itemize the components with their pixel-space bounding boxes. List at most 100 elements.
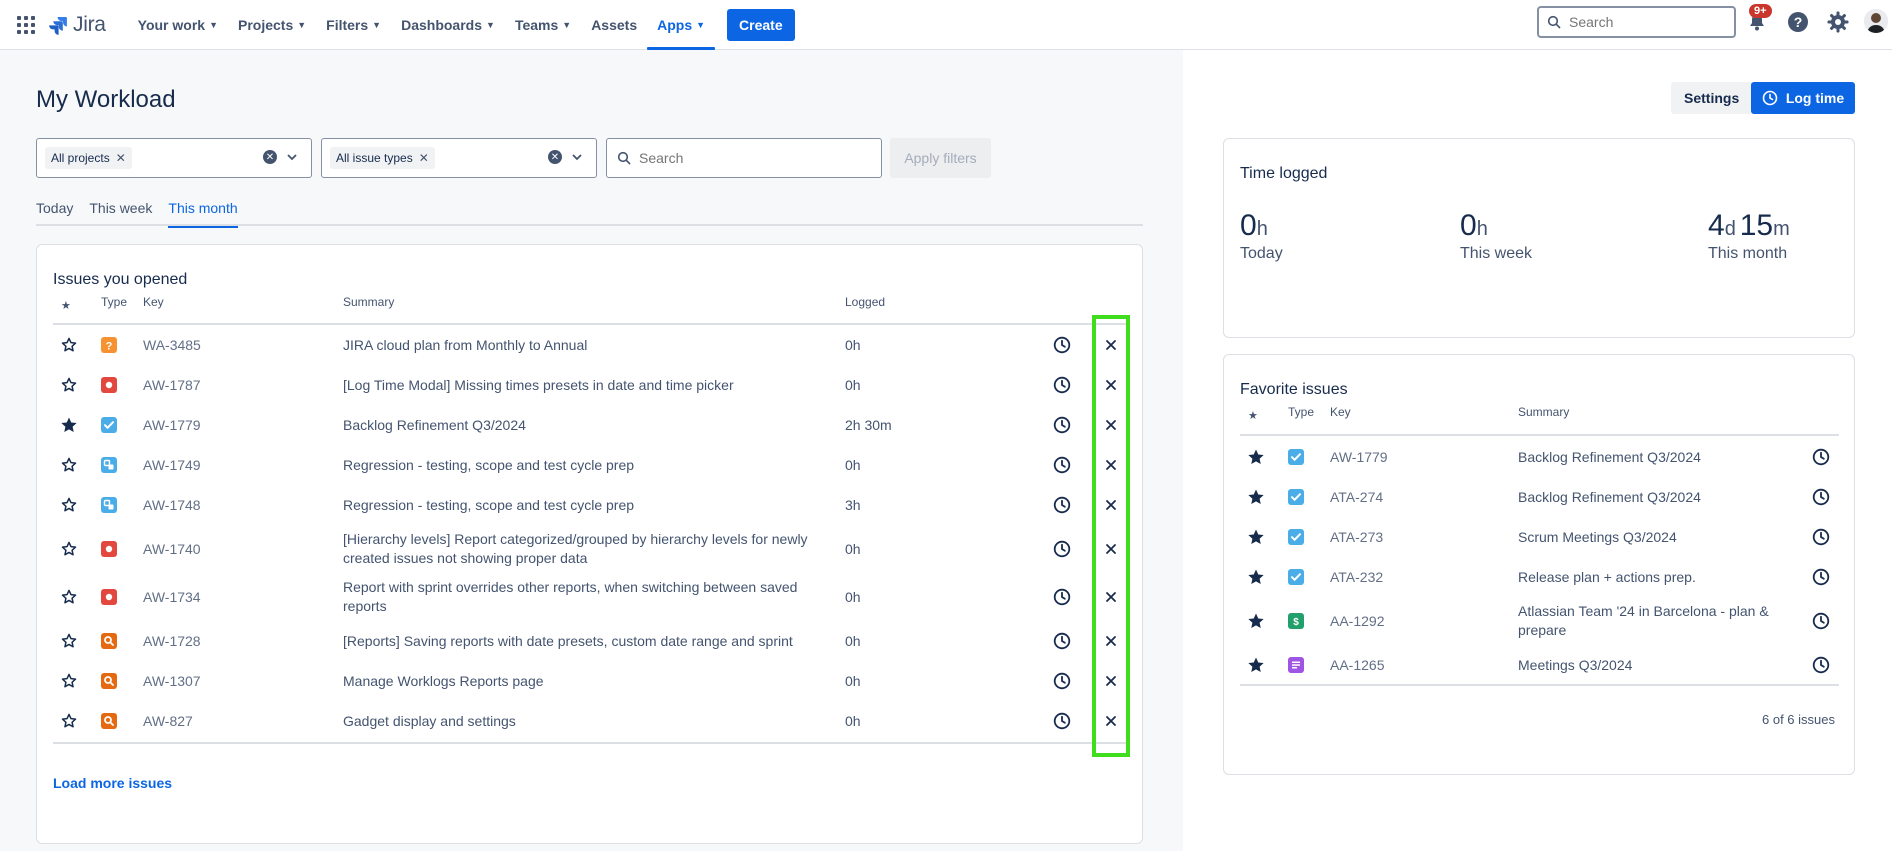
log-time-clock-icon[interactable] [1052,587,1072,607]
issue-key[interactable]: AA-1265 [1330,657,1384,673]
settings-button[interactable]: Settings [1671,82,1753,114]
issue-summary[interactable]: Backlog Refinement Q3/2024 [1518,448,1788,467]
load-more-issues-link[interactable]: Load more issues [53,775,172,791]
log-time-clock-icon[interactable] [1811,487,1831,507]
issue-summary[interactable]: Gadget display and settings [343,712,903,731]
nav-projects[interactable]: Projects ▼ [228,0,316,50]
log-time-clock-icon[interactable] [1811,611,1831,631]
log-time-clock-icon[interactable] [1052,495,1072,515]
star-outline-icon[interactable] [59,671,79,691]
global-search-input[interactable] [1569,14,1719,30]
issue-summary[interactable]: Backlog Refinement Q3/2024 [343,416,903,435]
log-time-clock-icon[interactable] [1052,671,1072,691]
app-switcher-icon[interactable] [17,15,35,34]
stat-month-unit2: m [1773,218,1790,240]
star-filled-icon[interactable] [1246,567,1266,587]
issue-key[interactable]: AW-827 [143,713,193,729]
star-filled-icon[interactable] [1246,447,1266,467]
issue-search[interactable] [606,138,882,178]
issue-key[interactable]: AW-1734 [143,589,201,605]
issue-key[interactable]: AW-1749 [143,457,201,473]
log-time-clock-icon[interactable] [1052,711,1072,731]
log-time-clock-icon[interactable] [1811,567,1831,587]
issue-summary[interactable]: [Log Time Modal] Missing times presets i… [343,376,903,395]
create-button[interactable]: Create [727,8,795,41]
log-time-clock-icon[interactable] [1052,539,1072,559]
issue-summary[interactable]: [Hierarchy levels] Report categorized/gr… [343,530,833,568]
nav-filters[interactable]: Filters ▼ [316,0,391,50]
nav-dashboards[interactable]: Dashboards ▼ [391,0,505,50]
notification-badge: 9+ [1749,4,1772,18]
issue-key[interactable]: AW-1307 [143,673,201,689]
star-outline-icon[interactable] [59,455,79,475]
issue-key[interactable]: AW-1748 [143,497,201,513]
log-time-clock-icon[interactable] [1052,455,1072,475]
issue-summary[interactable]: Release plan + actions prep. [1518,568,1788,587]
issue-key[interactable]: AA-1292 [1330,613,1384,629]
star-outline-icon[interactable] [59,495,79,515]
remove-chip-icon[interactable]: ✕ [419,151,429,165]
log-time-clock-icon[interactable] [1052,375,1072,395]
nav-apps[interactable]: Apps ▼ [647,0,715,50]
log-time-clock-icon[interactable] [1811,447,1831,467]
remove-chip-icon[interactable]: ✕ [116,151,126,165]
settings-gear-button[interactable] [1826,10,1850,34]
issue-key[interactable]: WA-3485 [143,337,201,353]
nav-assets[interactable]: Assets [581,0,647,50]
help-button[interactable]: ? [1786,10,1810,34]
star-outline-icon[interactable] [59,631,79,651]
apply-filters-button[interactable]: Apply filters [890,138,991,178]
chevron-down-icon[interactable] [571,151,583,163]
issue-summary[interactable]: Meetings Q3/2024 [1518,656,1788,675]
issue-summary[interactable]: Regression - testing, scope and test cyc… [343,456,903,475]
log-time-clock-icon[interactable] [1811,655,1831,675]
issue-key[interactable]: ATA-232 [1330,569,1383,585]
tab-today[interactable]: Today [36,200,73,226]
issue-summary[interactable]: [Reports] Saving reports with date prese… [343,632,903,651]
star-filled-icon[interactable] [1246,655,1266,675]
issue-types-filter[interactable]: All issue types ✕ ✕ [321,138,597,178]
issue-summary[interactable]: JIRA cloud plan from Monthly to Annual [343,336,903,355]
nav-your-work[interactable]: Your work ▼ [128,0,228,50]
chevron-down-icon: ▼ [486,19,495,30]
global-search[interactable] [1537,6,1736,38]
star-outline-icon[interactable] [59,375,79,395]
issue-summary[interactable]: Regression - testing, scope and test cyc… [343,496,903,515]
projects-filter[interactable]: All projects ✕ ✕ [36,138,312,178]
log-time-clock-icon[interactable] [1052,631,1072,651]
log-time-clock-icon[interactable] [1052,415,1072,435]
clear-icon[interactable]: ✕ [548,150,562,164]
nav-teams[interactable]: Teams ▼ [505,0,581,50]
issue-key[interactable]: AW-1787 [143,377,201,393]
issue-key[interactable]: ATA-273 [1330,529,1383,545]
tab-this-month[interactable]: This month [168,200,238,228]
star-outline-icon[interactable] [59,711,79,731]
log-time-clock-icon[interactable] [1811,527,1831,547]
log-time-clock-icon[interactable] [1052,335,1072,355]
star-filled-icon[interactable] [59,415,79,435]
issue-key[interactable]: AW-1728 [143,633,201,649]
clear-icon[interactable]: ✕ [263,150,277,164]
issue-summary[interactable]: Atlassian Team '24 in Barcelona - plan &… [1518,602,1788,640]
issue-key[interactable]: AW-1779 [1330,449,1388,465]
issue-search-input[interactable] [639,150,859,166]
star-outline-icon[interactable] [59,587,79,607]
issue-summary[interactable]: Manage Worklogs Reports page [343,672,903,691]
tab-this-week[interactable]: This week [89,200,152,226]
user-avatar[interactable] [1864,9,1888,33]
chevron-down-icon[interactable] [286,151,298,163]
jira-logo[interactable]: Jira [48,13,106,37]
issue-key[interactable]: AW-1779 [143,417,201,433]
issue-key[interactable]: AW-1740 [143,541,201,557]
issue-key[interactable]: ATA-274 [1330,489,1383,505]
star-filled-icon[interactable] [1246,611,1266,631]
log-time-button[interactable]: Log time [1751,82,1855,114]
issue-summary[interactable]: Report with sprint overrides other repor… [343,578,833,616]
issue-summary[interactable]: Scrum Meetings Q3/2024 [1518,528,1788,547]
star-outline-icon[interactable] [59,335,79,355]
issue-summary[interactable]: Backlog Refinement Q3/2024 [1518,488,1788,507]
task-type-icon [1288,449,1304,465]
star-filled-icon[interactable] [1246,487,1266,507]
star-filled-icon[interactable] [1246,527,1266,547]
star-outline-icon[interactable] [59,539,79,559]
